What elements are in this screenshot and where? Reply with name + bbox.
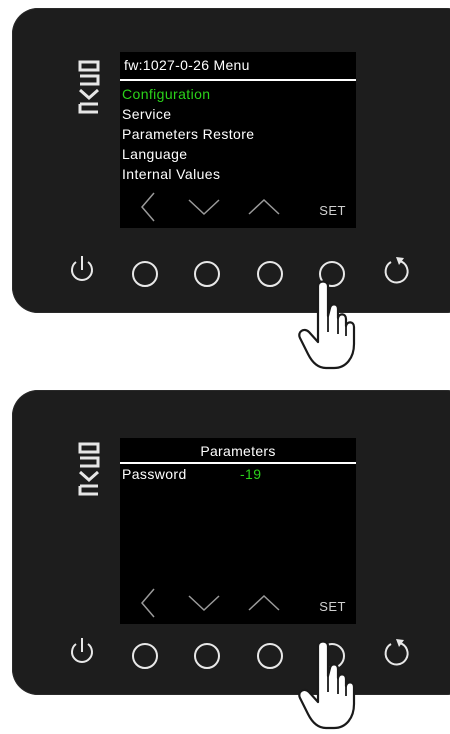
set-softkey-label: SET [319, 599, 346, 614]
menu-item-parameters-restore[interactable]: Parameters Restore [122, 124, 254, 144]
password-label: Password [122, 466, 187, 482]
pointing-hand-icon [298, 280, 356, 370]
set-softkey-label: SET [319, 203, 346, 218]
chevron-left-icon [141, 588, 155, 618]
screen-title: fw:1027-0-26 Menu [124, 57, 250, 73]
refresh-icon[interactable] [382, 254, 410, 286]
chevron-down-icon [188, 199, 220, 216]
button-2[interactable] [194, 261, 220, 287]
pointing-hand-icon [298, 640, 356, 730]
menu-list: Configuration Service Parameters Restore… [122, 84, 254, 184]
password-value[interactable]: -19 [240, 466, 261, 482]
button-1[interactable] [132, 261, 158, 287]
evco-logo [78, 60, 100, 114]
menu-item-configuration[interactable]: Configuration [122, 84, 254, 104]
screen-title: Parameters [200, 443, 276, 459]
evco-logo [78, 442, 100, 496]
menu-item-service[interactable]: Service [122, 104, 254, 124]
display-screen: Parameters Password -19 SET [120, 438, 356, 624]
refresh-icon[interactable] [382, 636, 410, 668]
chevron-up-icon [248, 594, 280, 611]
chevron-down-icon [188, 595, 220, 612]
chevron-up-icon [248, 198, 280, 215]
power-icon[interactable] [69, 254, 95, 286]
title-divider [120, 79, 356, 81]
controller-panel-bottom: Parameters Password -19 SET [12, 390, 450, 695]
button-1[interactable] [132, 643, 158, 669]
softkey-bar: SET [120, 188, 356, 228]
button-3[interactable] [257, 643, 283, 669]
menu-item-language[interactable]: Language [122, 144, 254, 164]
power-icon[interactable] [69, 636, 95, 668]
button-3[interactable] [257, 261, 283, 287]
softkey-bar: SET [120, 584, 356, 624]
chevron-left-icon [141, 192, 155, 222]
display-screen: fw:1027-0-26 Menu Configuration Service … [120, 52, 356, 228]
menu-item-internal-values[interactable]: Internal Values [122, 164, 254, 184]
title-divider [120, 462, 356, 464]
button-2[interactable] [194, 643, 220, 669]
controller-panel-top: fw:1027-0-26 Menu Configuration Service … [12, 8, 450, 313]
